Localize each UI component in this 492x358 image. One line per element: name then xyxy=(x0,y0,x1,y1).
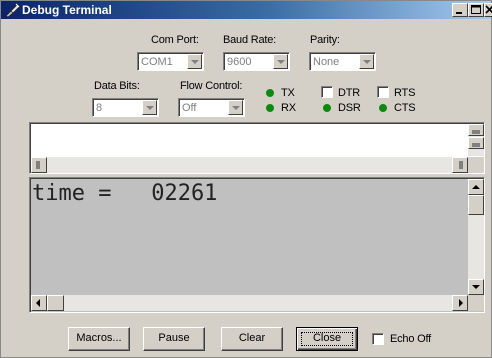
scroll-thumb[interactable] xyxy=(468,195,484,215)
close-window-button[interactable] xyxy=(484,3,492,17)
maximize-icon xyxy=(471,5,481,14)
flow-control-select[interactable]: Off xyxy=(178,98,245,117)
pause-button[interactable]: Pause xyxy=(143,327,205,351)
dtr-checkbox[interactable] xyxy=(321,86,333,98)
data-bits-select[interactable]: 8 xyxy=(92,98,159,117)
debug-terminal-window: Debug Terminal Com Port: COM1 Baud Rate:… xyxy=(0,0,492,358)
focus-ring xyxy=(301,332,353,346)
baud-rate-label: Baud Rate: xyxy=(223,34,277,46)
rx-led-icon xyxy=(266,104,274,112)
scroll-down-icon[interactable] xyxy=(468,137,484,149)
chevron-down-icon[interactable] xyxy=(228,100,243,115)
parity-select[interactable]: None xyxy=(309,52,376,71)
transmit-vertical-scrollbar[interactable] xyxy=(468,124,484,156)
scroll-corner xyxy=(468,157,484,173)
maximize-button[interactable] xyxy=(468,3,484,17)
dtr-label: DTR xyxy=(338,87,361,99)
rx-label: RX xyxy=(281,102,296,114)
scroll-right-icon[interactable] xyxy=(452,295,468,311)
com-port-value: COM1 xyxy=(141,56,173,68)
receive-vertical-scrollbar[interactable] xyxy=(468,179,484,295)
dsr-label: DSR xyxy=(338,102,361,114)
com-port-label: Com Port: xyxy=(151,34,199,46)
com-port-select[interactable]: COM1 xyxy=(137,52,204,71)
chevron-down-icon[interactable] xyxy=(273,54,288,69)
title-bar[interactable]: Debug Terminal xyxy=(1,1,492,19)
receive-text: time = 02261 xyxy=(32,181,218,206)
cts-label: CTS xyxy=(394,102,416,114)
cts-led-icon xyxy=(379,104,387,112)
scroll-down-icon[interactable] xyxy=(468,279,484,295)
minimize-button[interactable] xyxy=(452,3,468,17)
receive-horizontal-scrollbar[interactable] xyxy=(31,295,484,311)
dsr-led-icon xyxy=(323,104,331,112)
minimize-icon xyxy=(456,12,462,14)
echo-off-checkbox[interactable] xyxy=(372,333,384,345)
close-button[interactable]: Close xyxy=(296,327,358,351)
macros-button[interactable]: Macros... xyxy=(68,327,130,351)
tx-led-icon xyxy=(266,89,274,97)
scroll-left-icon[interactable] xyxy=(31,157,47,173)
window-title: Debug Terminal xyxy=(22,3,112,17)
rts-label: RTS xyxy=(394,87,416,99)
chevron-down-icon[interactable] xyxy=(187,54,202,69)
receive-pane[interactable]: time = 02261 xyxy=(29,177,485,313)
flow-control-label: Flow Control: xyxy=(180,80,243,92)
scroll-left-icon[interactable] xyxy=(31,295,47,311)
rts-checkbox[interactable] xyxy=(377,86,389,98)
scroll-up-icon[interactable] xyxy=(468,179,484,195)
clear-button[interactable]: Clear xyxy=(221,327,283,351)
chevron-down-icon[interactable] xyxy=(142,100,157,115)
scroll-corner xyxy=(468,295,484,311)
transmit-horizontal-scrollbar[interactable] xyxy=(31,157,484,173)
chevron-down-icon[interactable] xyxy=(359,54,374,69)
close-icon xyxy=(485,5,492,14)
scroll-up-icon[interactable] xyxy=(468,124,484,136)
scroll-thumb[interactable] xyxy=(47,295,64,311)
parity-label: Parity: xyxy=(310,34,340,46)
baud-rate-value: 9600 xyxy=(227,56,252,68)
tx-label: TX xyxy=(281,87,295,99)
scroll-right-icon[interactable] xyxy=(452,157,468,173)
baud-rate-select[interactable]: 9600 xyxy=(223,52,290,71)
transmit-pane[interactable] xyxy=(29,122,485,174)
flow-control-value: Off xyxy=(182,102,197,114)
data-bits-label: Data Bits: xyxy=(94,80,140,92)
probe-icon xyxy=(5,3,20,17)
echo-off-label: Echo Off xyxy=(390,333,431,345)
parity-value: None xyxy=(313,56,340,68)
data-bits-value: 8 xyxy=(96,102,103,114)
